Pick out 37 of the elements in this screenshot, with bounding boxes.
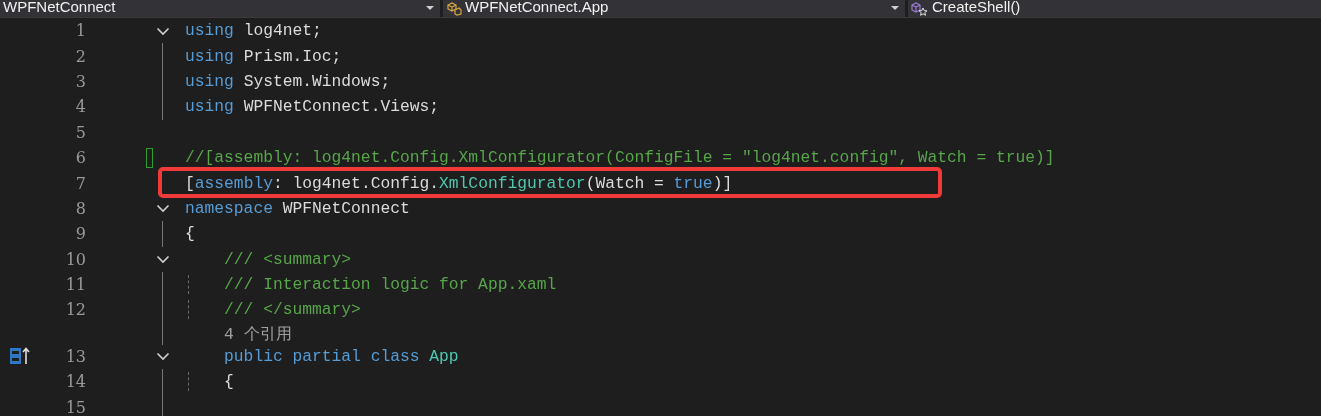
- line-number: 12: [64, 300, 86, 320]
- caret-icon: [891, 6, 899, 11]
- line-number: 1: [74, 21, 86, 41]
- line-number: 10: [64, 249, 86, 269]
- caret-icon: [426, 6, 434, 11]
- code-line: public partial class App: [223, 346, 459, 366]
- code-line: [assembly: log4net.Config.XmlConfigurator(Watch = true)]: [185, 173, 733, 193]
- line-number: 8: [74, 198, 86, 218]
- code-line: /// <summary>: [223, 249, 352, 269]
- cube-icon: [911, 1, 929, 16]
- code-line: /// Interaction logic for App.xaml: [223, 275, 557, 295]
- class-icon: [446, 1, 462, 16]
- code-line: //[assembly: log4net.Config.XmlConfigurator(ConfigFile = "log4net.config", Watch = true)]: [185, 148, 1055, 168]
- line-number: 3: [74, 71, 86, 91]
- line-number: 11: [64, 275, 86, 295]
- code-line: using System.Windows;: [185, 71, 391, 91]
- line-number: 9: [74, 224, 86, 244]
- code-line: {: [223, 372, 234, 392]
- code-line: using Prism.Ioc;: [185, 46, 342, 66]
- line-number: 4: [74, 97, 86, 117]
- navigation-dropdown[interactable]: CreateShell(): [908, 0, 1321, 17]
- line-number: 14: [64, 372, 86, 392]
- navigation-dropdown[interactable]: WPFNetConnect: [0, 0, 440, 17]
- line-number: 2: [74, 46, 86, 66]
- line-number: 13: [64, 346, 86, 366]
- code-line: /// </summary>: [223, 300, 361, 320]
- implementation-icon[interactable]: [9, 347, 31, 366]
- navigation-dropdown[interactable]: WPFNetConnect.App: [443, 0, 905, 17]
- reference-count[interactable]: 4 个引用: [185, 322, 292, 345]
- code-line: using log4net;: [185, 21, 322, 41]
- line-number: 15: [64, 397, 86, 416]
- code-line: using WPFNetConnect.Views;: [185, 97, 440, 117]
- code-line: {: [185, 224, 195, 244]
- code-line: namespace WPFNetConnect: [185, 198, 410, 218]
- line-number: 5: [74, 122, 86, 142]
- line-number: 7: [74, 173, 86, 193]
- line-number: 6: [74, 148, 86, 168]
